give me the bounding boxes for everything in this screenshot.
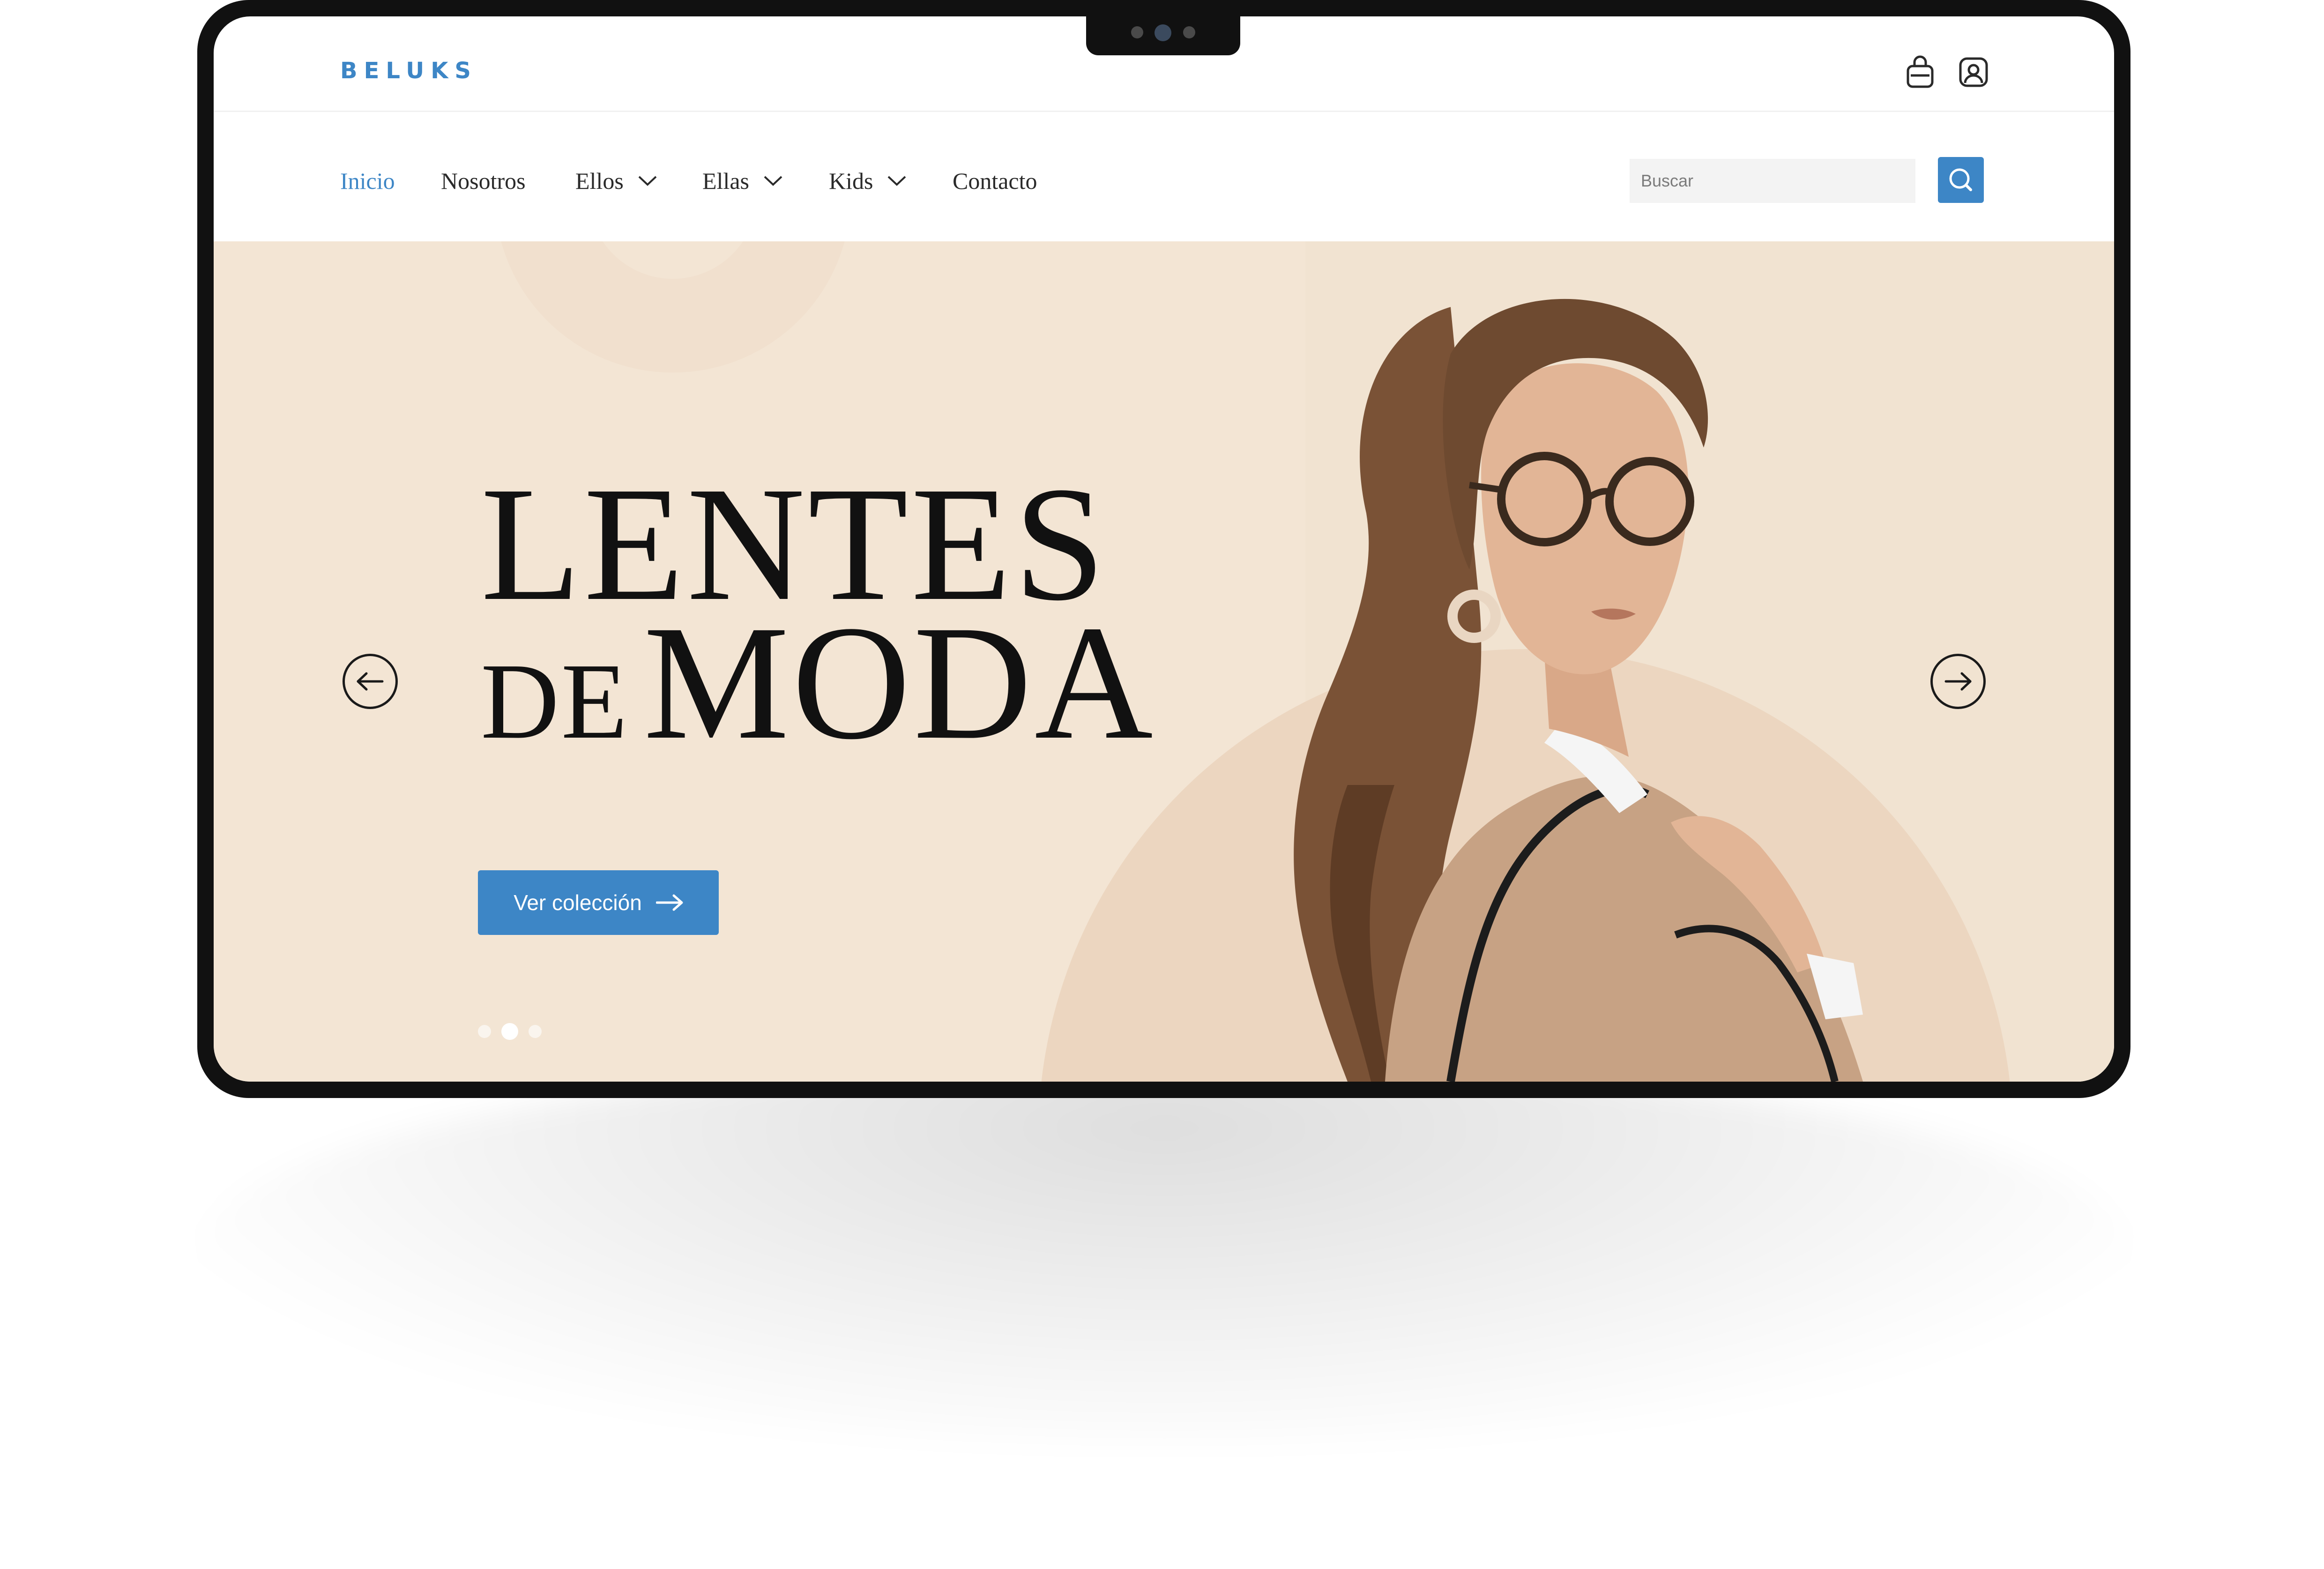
nav-item-ellas[interactable]: Ellas [702, 167, 783, 194]
shopping-bag-icon[interactable] [1904, 55, 1936, 90]
cta-label: Ver colección [514, 890, 642, 915]
hero-headline: LENTES DEMODA [481, 462, 1156, 764]
headline-line-2: DEMODA [481, 600, 1156, 764]
camera-sensor [1131, 26, 1143, 38]
main-navigation: Inicio Nosotros Ellos Ellas Kids Contact… [214, 112, 2114, 241]
headline-big-word: MODA [643, 591, 1156, 773]
camera-lens [1155, 24, 1171, 41]
search-input[interactable] [1630, 159, 1915, 203]
camera-sensor [1183, 26, 1195, 38]
carousel-dot[interactable] [478, 1025, 491, 1038]
camera-notch [1086, 0, 1240, 55]
nav-item-contacto[interactable]: Contacto [953, 167, 1037, 194]
view-collection-button[interactable]: Ver colección [478, 870, 719, 935]
chevron-down-icon [888, 176, 906, 186]
nav-item-ellos[interactable]: Ellos [575, 167, 657, 194]
website-screen: BELUKS Inicio Nosotros Ellos Ellas Kids … [214, 16, 2114, 1082]
nav-item-label: Nosotros [441, 168, 526, 194]
arrow-left-icon [357, 672, 384, 691]
nav-item-label: Ellas [702, 168, 749, 194]
nav-item-label: Kids [829, 168, 873, 194]
carousel-dot[interactable] [529, 1025, 542, 1038]
hero-banner: LENTES DEMODA Ver colección [214, 241, 2114, 1082]
nav-item-kids[interactable]: Kids [829, 167, 907, 194]
nav-item-label: Contacto [953, 168, 1037, 194]
carousel-prev-button[interactable] [343, 654, 398, 709]
carousel-dots [478, 1023, 542, 1040]
mockup-stage: BELUKS Inicio Nosotros Ellos Ellas Kids … [0, 0, 2324, 1569]
nav-item-label: Ellos [575, 168, 624, 194]
search-button[interactable] [1938, 157, 1984, 203]
nav-item-inicio[interactable]: Inicio [340, 167, 395, 194]
search-icon [1949, 168, 1972, 191]
carousel-next-button[interactable] [1930, 654, 1986, 709]
user-icon[interactable] [1958, 55, 1989, 90]
model-photo [1294, 299, 1863, 1082]
headline-small-word: DE [481, 641, 630, 762]
carousel-dot-active[interactable] [501, 1023, 518, 1040]
arrow-right-icon [655, 894, 683, 911]
nav-item-nosotros[interactable]: Nosotros [441, 167, 526, 194]
nav-item-label: Inicio [340, 168, 395, 194]
brand-logo[interactable]: BELUKS [340, 58, 477, 84]
device-shadow [197, 1059, 2132, 1443]
device-frame: BELUKS Inicio Nosotros Ellos Ellas Kids … [197, 0, 2130, 1098]
chevron-down-icon [638, 176, 657, 186]
arrow-right-icon [1944, 672, 1972, 691]
chevron-down-icon [764, 176, 782, 186]
